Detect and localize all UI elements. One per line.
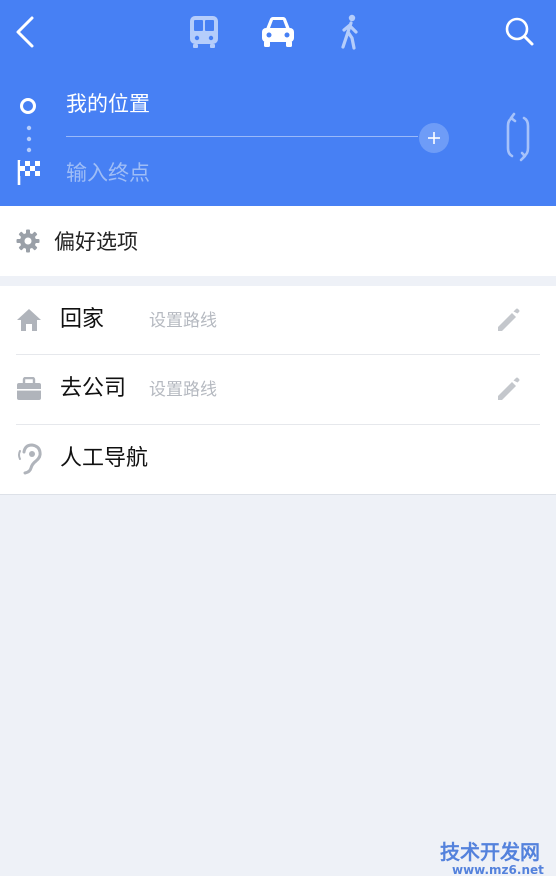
origin-dot-icon (20, 98, 36, 114)
back-icon[interactable] (10, 14, 42, 50)
home-icon (17, 309, 41, 331)
list-item-manual-nav[interactable]: 人工导航 (0, 425, 556, 494)
list-item-work[interactable]: 去公司 设置路线 (0, 355, 556, 424)
swap-icon[interactable] (498, 112, 538, 162)
route-dots-icon (26, 125, 32, 153)
list-item-home[interactable]: 回家 设置路线 (0, 286, 556, 355)
edit-pencil-icon[interactable] (494, 375, 520, 401)
checkered-flag-icon (17, 160, 40, 185)
edit-pencil-icon[interactable] (494, 306, 520, 332)
watermark-url: www.mz6.net (452, 863, 544, 876)
gear-icon (16, 229, 40, 253)
home-title: 回家 (60, 307, 105, 332)
manual-nav-title: 人工导航 (60, 446, 149, 471)
ear-icon (18, 443, 42, 475)
walk-icon[interactable] (334, 13, 366, 51)
shortcut-list: 回家 设置路线 去公司 设置路线 人工导航 (0, 286, 556, 495)
search-icon[interactable] (500, 14, 540, 50)
home-subtitle[interactable]: 设置路线 (149, 309, 217, 333)
top-bar (0, 0, 556, 66)
field-divider (66, 136, 418, 137)
preferences-label: 偏好选项 (54, 230, 138, 254)
work-title: 去公司 (60, 376, 127, 401)
briefcase-icon (17, 377, 41, 400)
bus-icon[interactable] (186, 14, 222, 50)
add-stop-icon[interactable] (418, 122, 450, 154)
car-icon[interactable] (258, 14, 298, 50)
route-header: 我的位置 (0, 0, 556, 206)
watermark-title: 技术开发网 (440, 840, 540, 864)
work-subtitle[interactable]: 设置路线 (149, 378, 217, 402)
origin-field[interactable]: 我的位置 (66, 90, 150, 118)
destination-input[interactable] (66, 158, 406, 188)
